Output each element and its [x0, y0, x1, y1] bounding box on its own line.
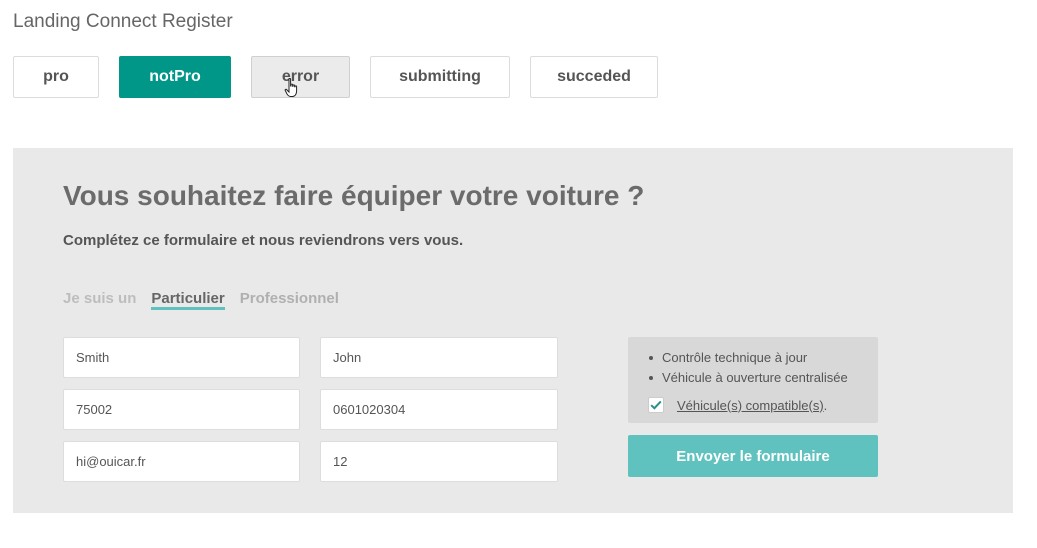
- submit-button[interactable]: Envoyer le formulaire: [628, 435, 878, 477]
- email-field[interactable]: hi@ouicar.fr: [63, 441, 300, 482]
- user-type-label: Je suis un: [63, 290, 137, 307]
- hand-pointer-icon: [284, 78, 298, 97]
- form-title: Vous souhaitez faire équiper votre voitu…: [63, 180, 645, 211]
- requirement-item: Contrôle technique à jour: [648, 348, 848, 368]
- requirements-box: Contrôle technique à jour Véhicule à ouv…: [628, 337, 878, 423]
- state-button-error[interactable]: error: [251, 56, 350, 98]
- state-button-submitting[interactable]: submitting: [370, 56, 510, 98]
- compatible-suffix: .: [823, 397, 828, 413]
- form-subtitle: Complétez ce formulaire et nous reviendr…: [63, 232, 464, 249]
- postal-code-field[interactable]: 75002: [63, 389, 300, 430]
- phone-field[interactable]: 0601020304: [320, 389, 558, 430]
- state-button-notpro[interactable]: notPro: [119, 56, 231, 98]
- compatible-link[interactable]: Véhicule(s) compatible(s): [677, 398, 824, 413]
- page-title: Landing Connect Register: [13, 11, 233, 32]
- requirement-item: Véhicule à ouverture centralisée: [648, 368, 848, 388]
- compatible-checkbox[interactable]: [648, 397, 664, 413]
- user-type-particulier[interactable]: Particulier: [151, 290, 225, 310]
- requirements-list: Contrôle technique à jour Véhicule à ouv…: [648, 348, 848, 388]
- user-type-selector: Je suis un Particulier Professionnel: [63, 290, 339, 310]
- form-panel: Vous souhaitez faire équiper votre voitu…: [13, 148, 1013, 513]
- state-button-pro[interactable]: pro: [13, 56, 99, 98]
- state-button-succeded[interactable]: succeded: [530, 56, 658, 98]
- last-name-field[interactable]: Smith: [63, 337, 300, 378]
- first-name-field[interactable]: John: [320, 337, 558, 378]
- vehicle-age-field[interactable]: 12: [320, 441, 558, 482]
- check-icon: [650, 400, 662, 410]
- user-type-professionnel[interactable]: Professionnel: [240, 290, 339, 310]
- compatible-checkbox-row[interactable]: Véhicule(s) compatible(s) .: [648, 397, 827, 413]
